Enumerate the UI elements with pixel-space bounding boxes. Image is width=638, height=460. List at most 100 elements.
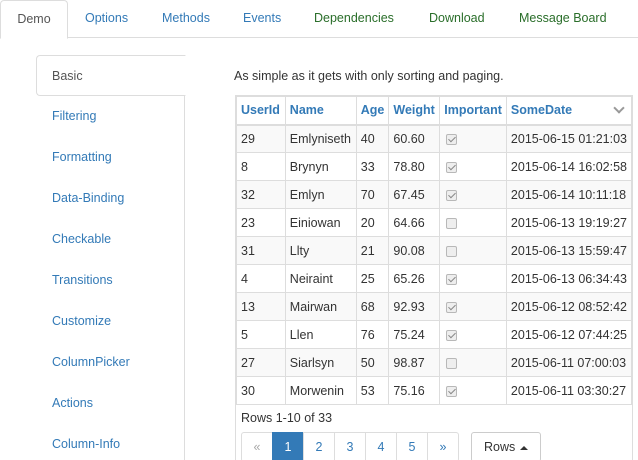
- sidebar-item-formatting[interactable]: Formatting: [36, 137, 185, 178]
- cell-name: Emlyn: [284, 180, 357, 209]
- cell-weight: 75.16: [388, 376, 441, 405]
- cell-age: 68: [355, 292, 390, 321]
- table-row[interactable]: 31 Llty 21 90.08 2015-06-13 15:59:47: [236, 236, 633, 265]
- column-header-somedate[interactable]: SomeDate: [505, 96, 633, 126]
- cell-somedate: 2015-06-15 01:21:03: [505, 124, 633, 153]
- rows-per-page-button[interactable]: Rows: [471, 432, 542, 460]
- row-count-info: Rows 1-10 of 33: [241, 411, 333, 425]
- cell-important: [439, 208, 507, 237]
- tab-message-board[interactable]: Message Board: [519, 0, 607, 38]
- cell-important: [439, 264, 507, 293]
- cell-somedate: 2015-06-12 07:44:25: [505, 320, 633, 349]
- cell-weight: 78.80: [388, 152, 441, 181]
- tab-demo[interactable]: Demo: [0, 0, 68, 39]
- tab-download[interactable]: Download: [429, 0, 485, 38]
- cell-userid: 27: [236, 348, 286, 377]
- table-row[interactable]: 13 Mairwan 68 92.93 2015-06-12 08:52:42: [236, 292, 633, 321]
- cell-important: [439, 152, 507, 181]
- cell-age: 25: [355, 264, 390, 293]
- column-header-weight[interactable]: Weight: [388, 96, 441, 126]
- sidebar-item-column-info[interactable]: Column-Info: [36, 424, 185, 460]
- cell-somedate: 2015-06-13 19:19:27: [505, 208, 633, 237]
- cell-somedate: 2015-06-11 07:00:03: [505, 348, 633, 377]
- cell-userid: 30: [236, 376, 286, 405]
- table-body: 29 Emlyniseth 40 60.60 2015-06-15 01:21:03 8 B…: [236, 124, 633, 405]
- cell-somedate: 2015-06-14 10:11:18: [505, 180, 633, 209]
- cell-important: [439, 124, 507, 153]
- sidebar-item-actions[interactable]: Actions: [36, 383, 185, 424]
- page-next-button[interactable]: »: [427, 432, 459, 460]
- table-row[interactable]: 27 Siarlsyn 50 98.87 2015-06-11 07:00:03: [236, 348, 633, 377]
- cell-weight: 64.66: [388, 208, 441, 237]
- tab-events[interactable]: Events: [243, 0, 281, 38]
- page-3-button[interactable]: 3: [334, 432, 366, 460]
- page-4-button[interactable]: 4: [365, 432, 397, 460]
- checkbox-unchecked: [446, 245, 458, 257]
- sidebar-item-transitions[interactable]: Transitions: [36, 260, 185, 301]
- cell-name: Morwenin: [284, 376, 357, 405]
- page-prev-button[interactable]: «: [241, 432, 273, 460]
- sidebar-item-checkable[interactable]: Checkable: [36, 219, 185, 260]
- cell-userid: 13: [236, 292, 286, 321]
- cell-age: 40: [355, 124, 390, 153]
- cell-userid: 4: [236, 264, 286, 293]
- table-row[interactable]: 4 Neiraint 25 65.26 2015-06-13 06:34:43: [236, 264, 633, 293]
- cell-age: 21: [355, 236, 390, 265]
- pagination: « 1 2 3 4 5 »: [241, 432, 459, 460]
- table-row[interactable]: 23 Einiowan 20 64.66 2015-06-13 19:19:27: [236, 208, 633, 237]
- cell-name: Mairwan: [284, 292, 357, 321]
- cell-somedate: 2015-06-14 16:02:58: [505, 152, 633, 181]
- sidebar-item-customize[interactable]: Customize: [36, 301, 185, 342]
- column-header-name[interactable]: Name: [284, 96, 357, 126]
- cell-age: 20: [355, 208, 390, 237]
- cell-important: [439, 320, 507, 349]
- page-2-button[interactable]: 2: [303, 432, 335, 460]
- cell-weight: 67.45: [388, 180, 441, 209]
- table-row[interactable]: 5 Llen 76 75.24 2015-06-12 07:44:25: [236, 320, 633, 349]
- rows-per-page-label: Rows: [484, 440, 516, 454]
- table-row[interactable]: 29 Emlyniseth 40 60.60 2015-06-15 01:21:03: [236, 124, 633, 153]
- cell-age: 53: [355, 376, 390, 405]
- cell-weight: 98.87: [388, 348, 441, 377]
- cell-important: [439, 348, 507, 377]
- column-header-userid[interactable]: UserId: [236, 96, 286, 126]
- cell-age: 50: [355, 348, 390, 377]
- cell-somedate: 2015-06-11 03:30:27: [505, 376, 633, 405]
- cell-age: 70: [355, 180, 390, 209]
- table-row[interactable]: 8 Brynyn 33 78.80 2015-06-14 16:02:58: [236, 152, 633, 181]
- column-header-age[interactable]: Age: [355, 96, 390, 126]
- page-5-button[interactable]: 5: [396, 432, 428, 460]
- column-header-important[interactable]: Important: [439, 96, 507, 126]
- table-row[interactable]: 32 Emlyn 70 67.45 2015-06-14 10:11:18: [236, 180, 633, 209]
- table-row[interactable]: 30 Morwenin 53 75.16 2015-06-11 03:30:27: [236, 376, 633, 405]
- sidebar-item-basic[interactable]: Basic: [36, 55, 186, 96]
- cell-userid: 29: [236, 124, 286, 153]
- checkbox-unchecked: [446, 217, 458, 229]
- caret-up-icon: [520, 445, 529, 450]
- cell-weight: 65.26: [388, 264, 441, 293]
- sidebar-item-filtering[interactable]: Filtering: [36, 96, 185, 137]
- tab-methods[interactable]: Methods: [162, 0, 210, 38]
- checkbox-checked: [446, 189, 458, 201]
- cell-userid: 31: [236, 236, 286, 265]
- checkbox-checked: [446, 329, 458, 341]
- column-header-somedate-label: SomeDate: [510, 103, 573, 118]
- data-table: UserId Name Age Weight Important SomeDat…: [236, 96, 633, 405]
- tab-options[interactable]: Options: [85, 0, 128, 38]
- sidebar-item-columnpicker[interactable]: ColumnPicker: [36, 342, 185, 383]
- checkbox-checked: [446, 385, 458, 397]
- sidebar-item-data-binding[interactable]: Data-Binding: [36, 178, 185, 219]
- cell-weight: 92.93: [388, 292, 441, 321]
- checkbox-unchecked: [446, 357, 458, 369]
- page-1-button[interactable]: 1: [272, 432, 304, 460]
- cell-important: [439, 376, 507, 405]
- cell-userid: 8: [236, 152, 286, 181]
- cell-important: [439, 180, 507, 209]
- tab-dependencies[interactable]: Dependencies: [314, 0, 394, 38]
- data-grid: UserId Name Age Weight Important SomeDat…: [235, 95, 633, 460]
- cell-name: Siarlsyn: [284, 348, 357, 377]
- cell-name: Einiowan: [284, 208, 357, 237]
- cell-name: Neiraint: [284, 264, 357, 293]
- cell-name: Llty: [284, 236, 357, 265]
- grid-footer: Rows 1-10 of 33 « 1 2 3 4 5 » Rows: [236, 405, 632, 460]
